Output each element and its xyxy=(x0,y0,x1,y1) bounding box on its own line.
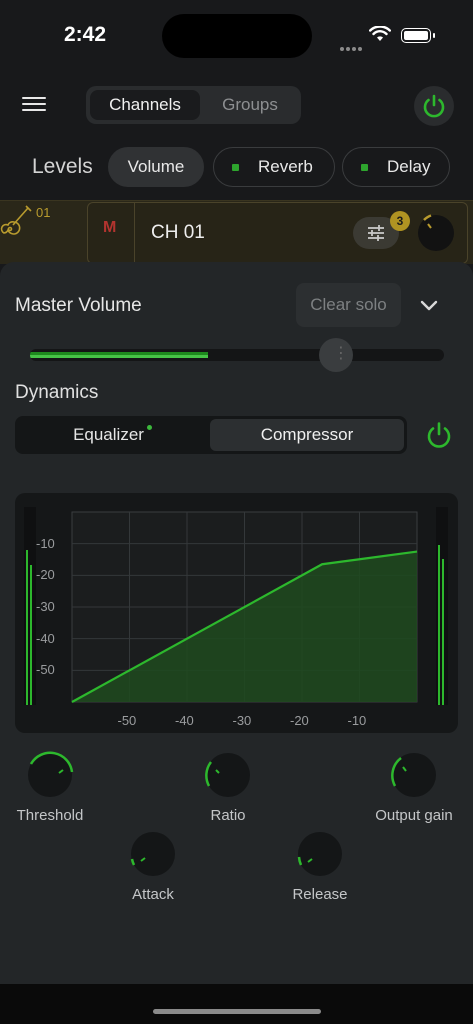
output-gain-knob[interactable] xyxy=(389,750,439,800)
volume-pill[interactable]: Volume xyxy=(108,147,204,187)
release-knob[interactable] xyxy=(295,829,345,879)
threshold-knob[interactable] xyxy=(25,750,75,800)
levels-label: Levels xyxy=(32,155,93,178)
reverb-pill[interactable]: Reverb xyxy=(213,147,335,187)
dynamics-title: Dynamics xyxy=(15,382,99,403)
tab-equalizer-label: Equalizer xyxy=(73,425,144,444)
x-tick-label: -50 xyxy=(117,713,137,728)
compressor-curve-chart[interactable] xyxy=(15,493,458,733)
reverb-label: Reverb xyxy=(258,157,313,176)
dynamic-island xyxy=(162,14,312,58)
delay-indicator xyxy=(361,164,368,171)
reverb-indicator xyxy=(232,164,239,171)
dynamics-power-button[interactable] xyxy=(424,420,454,450)
main-power-button[interactable] xyxy=(414,86,454,126)
x-tick-label: -40 xyxy=(175,713,194,728)
master-volume-fill-highlight xyxy=(30,355,209,358)
power-icon xyxy=(423,94,445,118)
guitar-icon xyxy=(0,205,32,235)
output-gain-label: Output gain xyxy=(375,807,453,824)
ratio-knob[interactable] xyxy=(203,750,253,800)
dynamics-mode-toggle: Equalizer Compressor xyxy=(15,416,407,454)
tab-groups[interactable]: Groups xyxy=(202,90,298,120)
master-volume-slider[interactable] xyxy=(30,349,444,361)
delay-label: Delay xyxy=(387,157,431,176)
settings-badge: 3 xyxy=(390,211,410,231)
tab-channels[interactable]: Channels xyxy=(90,90,200,120)
y-tick-label: -10 xyxy=(36,535,55,551)
attack-label: Attack xyxy=(132,886,174,903)
channel-name: CH 01 xyxy=(151,222,205,243)
status-time: 2:42 xyxy=(64,23,107,46)
x-tick-label: -10 xyxy=(347,713,367,728)
attack-knob[interactable] xyxy=(128,829,178,879)
menu-icon[interactable] xyxy=(22,97,46,113)
y-tick-label: -50 xyxy=(36,662,55,678)
master-volume-title: Master Volume xyxy=(15,295,142,316)
y-tick-label: -30 xyxy=(36,599,55,614)
equalizer-active-dot xyxy=(146,425,152,430)
tab-compressor[interactable]: Compressor xyxy=(210,419,404,451)
bottom-bar xyxy=(0,984,473,1024)
y-tick-label: -20 xyxy=(36,567,55,583)
cellular-signal-icon xyxy=(340,38,364,56)
channel-gain-knob[interactable] xyxy=(415,212,457,254)
master-volume-thumb[interactable] xyxy=(319,338,353,372)
tab-equalizer[interactable]: Equalizer xyxy=(15,416,210,454)
mute-button[interactable]: M xyxy=(103,219,116,237)
ratio-label: Ratio xyxy=(210,807,246,824)
delay-pill[interactable]: Delay xyxy=(342,147,450,187)
threshold-label: Threshold xyxy=(16,807,84,824)
channel-card[interactable] xyxy=(87,202,468,264)
x-tick-label: -20 xyxy=(290,713,309,728)
x-tick-label: -30 xyxy=(232,713,252,728)
release-label: Release xyxy=(292,886,348,903)
channel-number: 01 xyxy=(36,205,51,220)
battery-icon xyxy=(401,28,435,43)
chevron-down-icon[interactable] xyxy=(419,296,439,316)
y-tick-label: -40 xyxy=(36,630,55,646)
sliders-icon xyxy=(368,225,384,241)
status-bar: 2:42 xyxy=(0,0,473,70)
wifi-icon xyxy=(369,26,391,41)
clear-solo-button[interactable]: Clear solo xyxy=(296,283,401,327)
channels-groups-toggle: Channels Groups xyxy=(86,86,301,124)
home-indicator[interactable] xyxy=(153,1009,321,1014)
